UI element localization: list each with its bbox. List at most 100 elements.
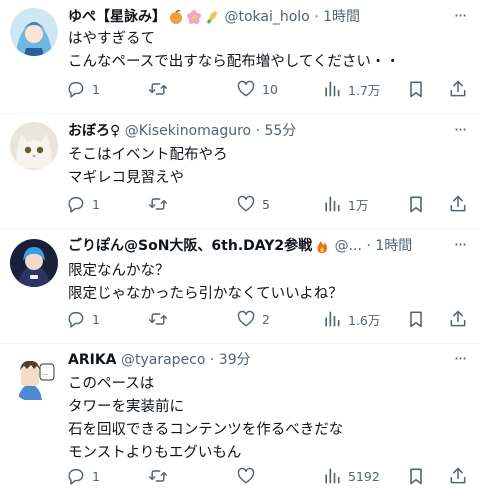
timestamp[interactable]: 55分 [264,123,296,139]
timestamp[interactable]: 1時間 [375,238,412,254]
separator-dot: · [255,123,261,139]
like-button[interactable]: 5 [236,192,270,216]
orange-emoji-icon [168,9,184,25]
corn-emoji-icon [204,9,220,25]
bookmark-icon [410,311,422,328]
more-icon[interactable]: ··· [450,235,470,255]
share-button[interactable] [448,464,468,488]
reply-icon [68,82,84,98]
bookmark-button[interactable] [406,77,426,101]
tweet-text: そこはイベント配布やろ マギレコ見習えや [68,144,468,190]
bookmark-button[interactable] [406,307,426,331]
reply-count: 1 [92,468,100,484]
tweet-4[interactable]: … ARIKA @tyarapeco · 39分 ··· このペースは タワーを… [0,344,480,492]
reply-button[interactable]: 1 [66,192,100,216]
views-button[interactable]: 5192 [322,464,380,488]
bookmark-button[interactable] [406,192,426,216]
tweet-line: モンストよりもエグいもん [68,445,242,461]
share-icon [450,80,466,97]
reply-button[interactable]: 1 [66,77,100,101]
tweet-line: マギレコ見習えや [68,170,184,186]
display-name[interactable]: ゆぺ【星詠み】 [68,9,166,25]
tweet-2[interactable]: おぼろ♀ @Kisekinomaguro · 55分 ··· そこはイベント配布… [0,114,480,228]
like-count: 5 [262,196,270,212]
share-button[interactable] [448,77,468,101]
retweet-icon [148,313,168,325]
heart-icon [237,195,255,212]
like-button[interactable]: 2 [236,307,270,331]
action-bar: 1 10 1.7万 [60,77,480,101]
views-icon [325,468,340,484]
fire-emoji-icon [314,238,330,254]
retweet-icon [148,83,168,95]
svg-text:…: … [42,370,48,377]
view-count: 1.6万 [348,312,381,328]
display-name[interactable]: ごりぽん@SoN大阪、6th.DAY2参戦 [68,238,312,254]
heart-icon [237,310,255,327]
avatar-image [10,8,58,56]
avatar-image [10,122,58,170]
avatar[interactable] [10,239,58,287]
handle[interactable]: @... [335,238,362,254]
tweet-header: ごりぽん@SoN大阪、6th.DAY2参戦 @... · 1時間 [68,235,450,257]
tweet-line: そこはイベント配布やろ [68,147,228,163]
views-button[interactable]: 1.7万 [322,77,380,101]
display-name[interactable]: ARIKA [68,352,117,368]
reply-button[interactable]: 1 [66,464,100,488]
reply-count: 1 [92,311,100,327]
separator-dot: · [366,238,371,254]
display-name[interactable]: おぼろ♀ [68,123,120,139]
like-count: 10 [262,81,278,97]
handle[interactable]: @tyarapeco [121,352,205,368]
more-icon[interactable]: ··· [450,6,470,26]
timestamp[interactable]: 39分 [219,352,251,368]
reply-icon [68,197,84,213]
share-icon [450,467,466,484]
timestamp[interactable]: 1時間 [323,9,360,25]
share-button[interactable] [448,307,468,331]
heart-icon [237,467,255,484]
tweet-text: このペースは タワーを実装前に 石を回収できるコンテンツを作るべきだな モンスト… [68,373,468,465]
more-icon[interactable]: ··· [450,120,470,140]
blossom-emoji-icon [186,9,202,25]
avatar-image: … [10,354,58,402]
tweet-1[interactable]: ゆぺ【星詠み】 @tokai_holo · 1時間 ··· はやすぎるて こんな… [0,0,480,113]
action-bar: 1 5192 [60,464,480,488]
view-count: 5192 [348,468,380,484]
share-icon [450,195,466,212]
avatar[interactable]: … [10,354,58,402]
handle[interactable]: @tokai_holo [224,9,309,25]
avatar[interactable] [10,8,58,56]
reply-icon [68,312,84,328]
reply-button[interactable]: 1 [66,307,100,331]
views-button[interactable]: 1万 [322,192,368,216]
tweet-line: こんなペースで出すなら配布増やしてください・・ [68,54,400,70]
like-button[interactable]: 10 [236,77,278,101]
retweet-button[interactable] [148,464,174,488]
views-button[interactable]: 1.6万 [322,307,380,331]
share-button[interactable] [448,192,468,216]
retweet-icon [148,198,168,210]
handle[interactable]: @Kisekinomaguro [125,123,251,139]
bookmark-button[interactable] [406,464,426,488]
tweet-3[interactable]: ごりぽん@SoN大阪、6th.DAY2参戦 @... · 1時間 ··· 限定な… [0,229,480,343]
retweet-button[interactable] [148,77,174,101]
separator-dot: · [314,9,319,25]
heart-icon [237,80,255,97]
avatar-image [10,239,58,287]
tweet-line: 石を回収できるコンテンツを作るべきだな [68,422,344,438]
action-bar: 1 5 1万 [60,192,480,216]
reply-count: 1 [92,81,100,97]
retweet-button[interactable] [148,192,174,216]
view-count: 1万 [348,197,369,213]
reply-count: 1 [92,196,100,212]
tweet-header: ゆぺ【星詠み】 @tokai_holo · 1時間 [68,6,450,28]
more-icon[interactable]: ··· [450,349,470,369]
avatar[interactable] [10,122,58,170]
like-button[interactable] [236,464,262,488]
retweet-button[interactable] [148,307,174,331]
bookmark-icon [410,196,422,213]
tweet-line: 限定じゃなかったら引かなくていいよね？ [68,286,343,302]
views-icon [325,81,340,97]
action-bar: 1 2 1.6万 [60,307,480,331]
